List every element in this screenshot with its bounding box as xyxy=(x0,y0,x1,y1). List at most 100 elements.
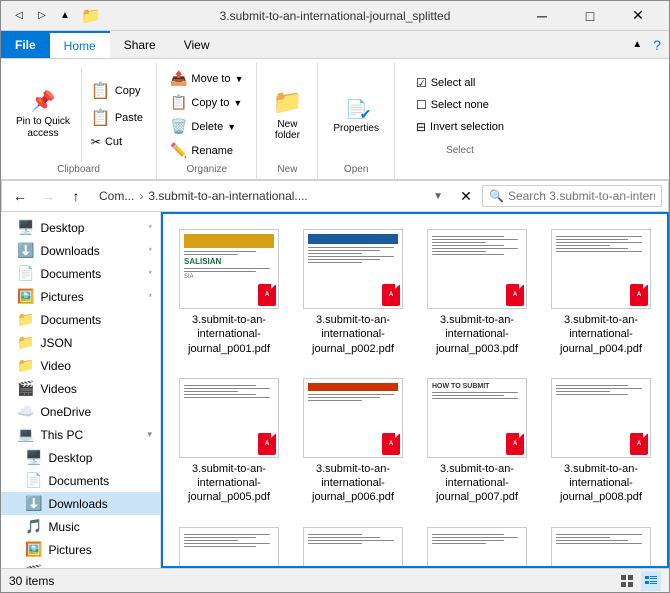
copy-to-button[interactable]: 📋 Copy to ▼ xyxy=(165,91,249,114)
folder-icon-3: 📁 xyxy=(17,334,34,351)
details-view-btn[interactable] xyxy=(641,571,661,591)
file-item[interactable]: A3.submit-to-an-international-journal_p0… xyxy=(171,371,287,512)
ribbon-group-clipboard: 📌 Pin to Quick access 📋 Copy 📋 Paste xyxy=(1,63,157,179)
path-part-2: 3.submit-to-an-international.... xyxy=(148,189,307,203)
downloads2-icon: ⬇️ xyxy=(25,495,42,512)
organize-label: Organize xyxy=(186,162,227,179)
sidebar-item-thispc[interactable]: 💻 This PC ▾ xyxy=(1,423,160,446)
path-part-1: Com... xyxy=(99,189,134,203)
sidebar-item-videos[interactable]: 🎬 Videos xyxy=(1,377,160,400)
title-bar-up-btn[interactable]: ▲ xyxy=(55,6,75,26)
title-bar-back-btn[interactable]: ◁ xyxy=(9,6,29,26)
file-thumbnail: A xyxy=(427,527,527,568)
new-folder-button[interactable]: 📁 New folder xyxy=(265,83,309,146)
pdf-badge: A xyxy=(506,284,524,306)
up-button[interactable]: ↑ xyxy=(64,184,88,208)
ribbon-group-new: 📁 New folder New xyxy=(257,63,318,179)
onedrive-icon: ☁️ xyxy=(17,403,34,420)
ribbon-tabs: File Home Share View ▲ ? xyxy=(1,31,669,59)
pin-quick-access-button[interactable]: 📌 Pin to Quick access xyxy=(9,84,77,145)
file-item[interactable]: HOW TO SUBMITA3.submit-to-an-internation… xyxy=(419,371,535,512)
sidebar-item-label: JSON xyxy=(40,336,72,350)
sidebar-item-documents[interactable]: 📄 Documents * xyxy=(1,262,160,285)
copy-button[interactable]: 📋 Copy xyxy=(86,78,148,104)
invert-selection-button[interactable]: ⊟ Invert selection xyxy=(411,117,509,137)
move-to-button[interactable]: 📤 Move to ▼ xyxy=(165,67,249,90)
sidebar-item-label: OneDrive xyxy=(40,405,91,419)
ribbon-expand-btn[interactable]: ▲ xyxy=(627,35,647,55)
address-dropdown-icon: ▼ xyxy=(433,191,443,202)
title-bar-forward-btn[interactable]: ▷ xyxy=(32,6,52,26)
file-thumbnail: A xyxy=(303,378,403,458)
file-thumbnail: HOW TO SUBMITA xyxy=(427,378,527,458)
close-button[interactable]: ✕ xyxy=(615,1,661,31)
sidebar-item-pictures[interactable]: 🖼️ Pictures * xyxy=(1,285,160,308)
properties-button[interactable]: 📄 ✔ Properties xyxy=(326,90,386,139)
delete-button[interactable]: 🗑️ Delete ▼ xyxy=(165,115,249,138)
cut-button[interactable]: ✂ Cut xyxy=(86,132,148,152)
select-none-button[interactable]: ☐ Select none xyxy=(411,95,509,115)
ribbon: File Home Share View ▲ ? 📌 Pin to Quick … xyxy=(1,31,669,180)
pdf-badge: A xyxy=(258,284,276,306)
tab-home[interactable]: Home xyxy=(50,31,110,58)
sidebar-item-videos2[interactable]: 🎬 Videos xyxy=(1,561,160,568)
minimize-button[interactable]: ─ xyxy=(519,1,565,31)
file-item[interactable]: A3.submit-to-an-international-journal_p0… xyxy=(171,520,287,568)
pdf-badge: A xyxy=(382,284,400,306)
file-item[interactable]: A3.submit-to-an-international-journal_p0… xyxy=(543,371,659,512)
file-thumbnail: A xyxy=(551,527,651,568)
select-all-button[interactable]: ☑ Select all xyxy=(411,73,509,93)
forward-button[interactable]: → xyxy=(36,184,60,208)
file-item[interactable]: A3.submit-to-an-international-journal_p0… xyxy=(295,371,411,512)
file-name: 3.submit-to-an-international-journal_p00… xyxy=(426,313,528,356)
move-dropdown-icon: ▼ xyxy=(235,74,244,84)
pin-indicator: * xyxy=(148,292,152,302)
sidebar-item-json[interactable]: 📁 JSON xyxy=(1,331,160,354)
delete-dropdown-icon: ▼ xyxy=(227,122,236,132)
sidebar-item-music[interactable]: 🎵 Music xyxy=(1,515,160,538)
sidebar-item-video[interactable]: 📁 Video xyxy=(1,354,160,377)
sidebar-item-label: Videos xyxy=(40,382,76,396)
large-icons-view-btn[interactable] xyxy=(617,571,637,591)
videos-icon: 🎬 xyxy=(17,380,34,397)
downloads-icon: ⬇️ xyxy=(17,242,34,259)
address-close-btn[interactable]: ✕ xyxy=(454,184,478,208)
search-input[interactable] xyxy=(508,189,655,203)
pdf-badge: A xyxy=(382,433,400,455)
properties-icon: 📄 ✔ xyxy=(345,95,367,121)
file-thumbnail: A xyxy=(179,378,279,458)
file-item[interactable]: A3.submit-to-an-international-journal_p0… xyxy=(419,520,535,568)
search-box[interactable]: 🔍 xyxy=(482,185,662,207)
details-icon xyxy=(644,574,658,588)
sidebar-item-label: Documents xyxy=(48,474,109,488)
sidebar-item-label: Video xyxy=(40,359,70,373)
maximize-button[interactable]: □ xyxy=(567,1,613,31)
sidebar-item-pictures2[interactable]: 🖼️ Pictures xyxy=(1,538,160,561)
ribbon-group-select: ☑ Select all ☐ Select none ⊟ Invert sele… xyxy=(395,63,525,179)
tab-share[interactable]: Share xyxy=(110,31,170,58)
sidebar-item-documents3[interactable]: 📄 Documents xyxy=(1,469,160,492)
file-item[interactable]: A3.submit-to-an-international-journal_p0… xyxy=(295,222,411,363)
sidebar-item-desktop2[interactable]: 🖥️ Desktop xyxy=(1,446,160,469)
file-thumbnail: A xyxy=(551,378,651,458)
tab-view[interactable]: View xyxy=(170,31,224,58)
rename-button[interactable]: ✏️ Rename xyxy=(165,139,249,162)
sidebar-item-label: Downloads xyxy=(40,244,99,258)
sidebar-item-downloads[interactable]: ⬇️ Downloads * xyxy=(1,239,160,262)
tab-file[interactable]: File xyxy=(1,31,50,58)
sidebar-item-documents2[interactable]: 📁 Documents xyxy=(1,308,160,331)
file-item[interactable]: A3.submit-to-an-international-journal_p0… xyxy=(543,520,659,568)
file-item[interactable]: A 3.submit-to-an-international-journal_p0… xyxy=(419,222,535,363)
sidebar-item-label: This PC xyxy=(40,428,83,442)
address-path[interactable]: Com... › 3.submit-to-an-international...… xyxy=(92,186,450,206)
sidebar-item-downloads2[interactable]: ⬇️ Downloads xyxy=(1,492,160,515)
sidebar-item-onedrive[interactable]: ☁️ OneDrive xyxy=(1,400,160,423)
open-buttons: 📄 ✔ Properties xyxy=(326,67,386,162)
sidebar-item-desktop[interactable]: 🖥️ Desktop * xyxy=(1,216,160,239)
back-button[interactable]: ← xyxy=(8,184,32,208)
file-item[interactable]: A3.submit-to-an-international-journal_p0… xyxy=(295,520,411,568)
file-item[interactable]: SALISIANSIAA3.submit-to-an-international… xyxy=(171,222,287,363)
file-item[interactable]: A3.submit-to-an-international-journal_p0… xyxy=(543,222,659,363)
ribbon-content: 📌 Pin to Quick access 📋 Copy 📋 Paste xyxy=(1,59,669,179)
paste-button[interactable]: 📋 Paste xyxy=(86,105,148,131)
